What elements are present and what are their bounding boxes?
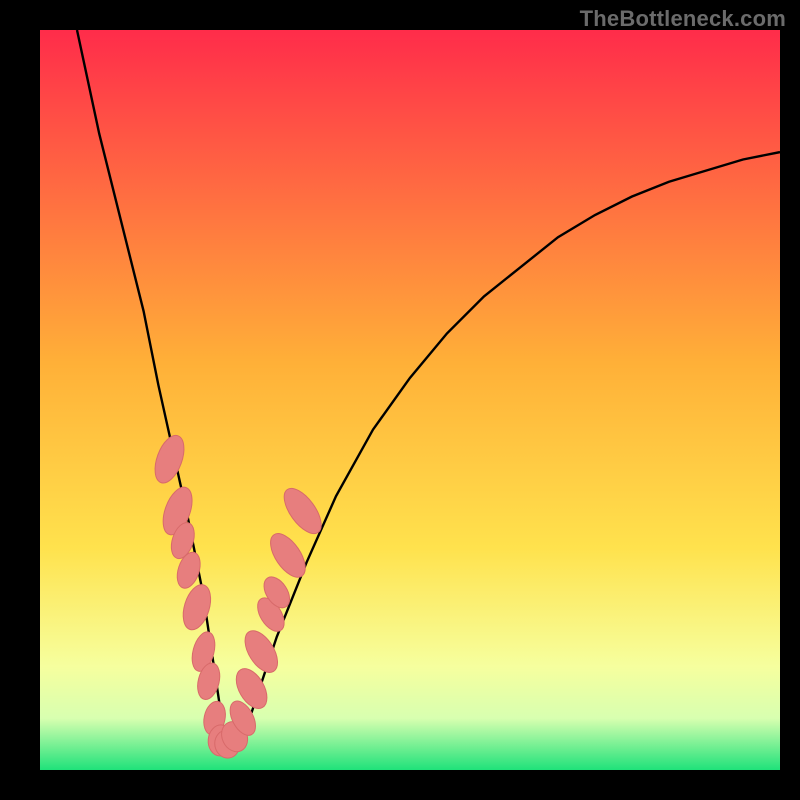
watermark-text: TheBottleneck.com <box>580 6 786 32</box>
plot-area <box>40 30 780 770</box>
chart-frame: TheBottleneck.com <box>0 0 800 800</box>
gradient-background <box>40 30 780 770</box>
chart-svg <box>40 30 780 770</box>
